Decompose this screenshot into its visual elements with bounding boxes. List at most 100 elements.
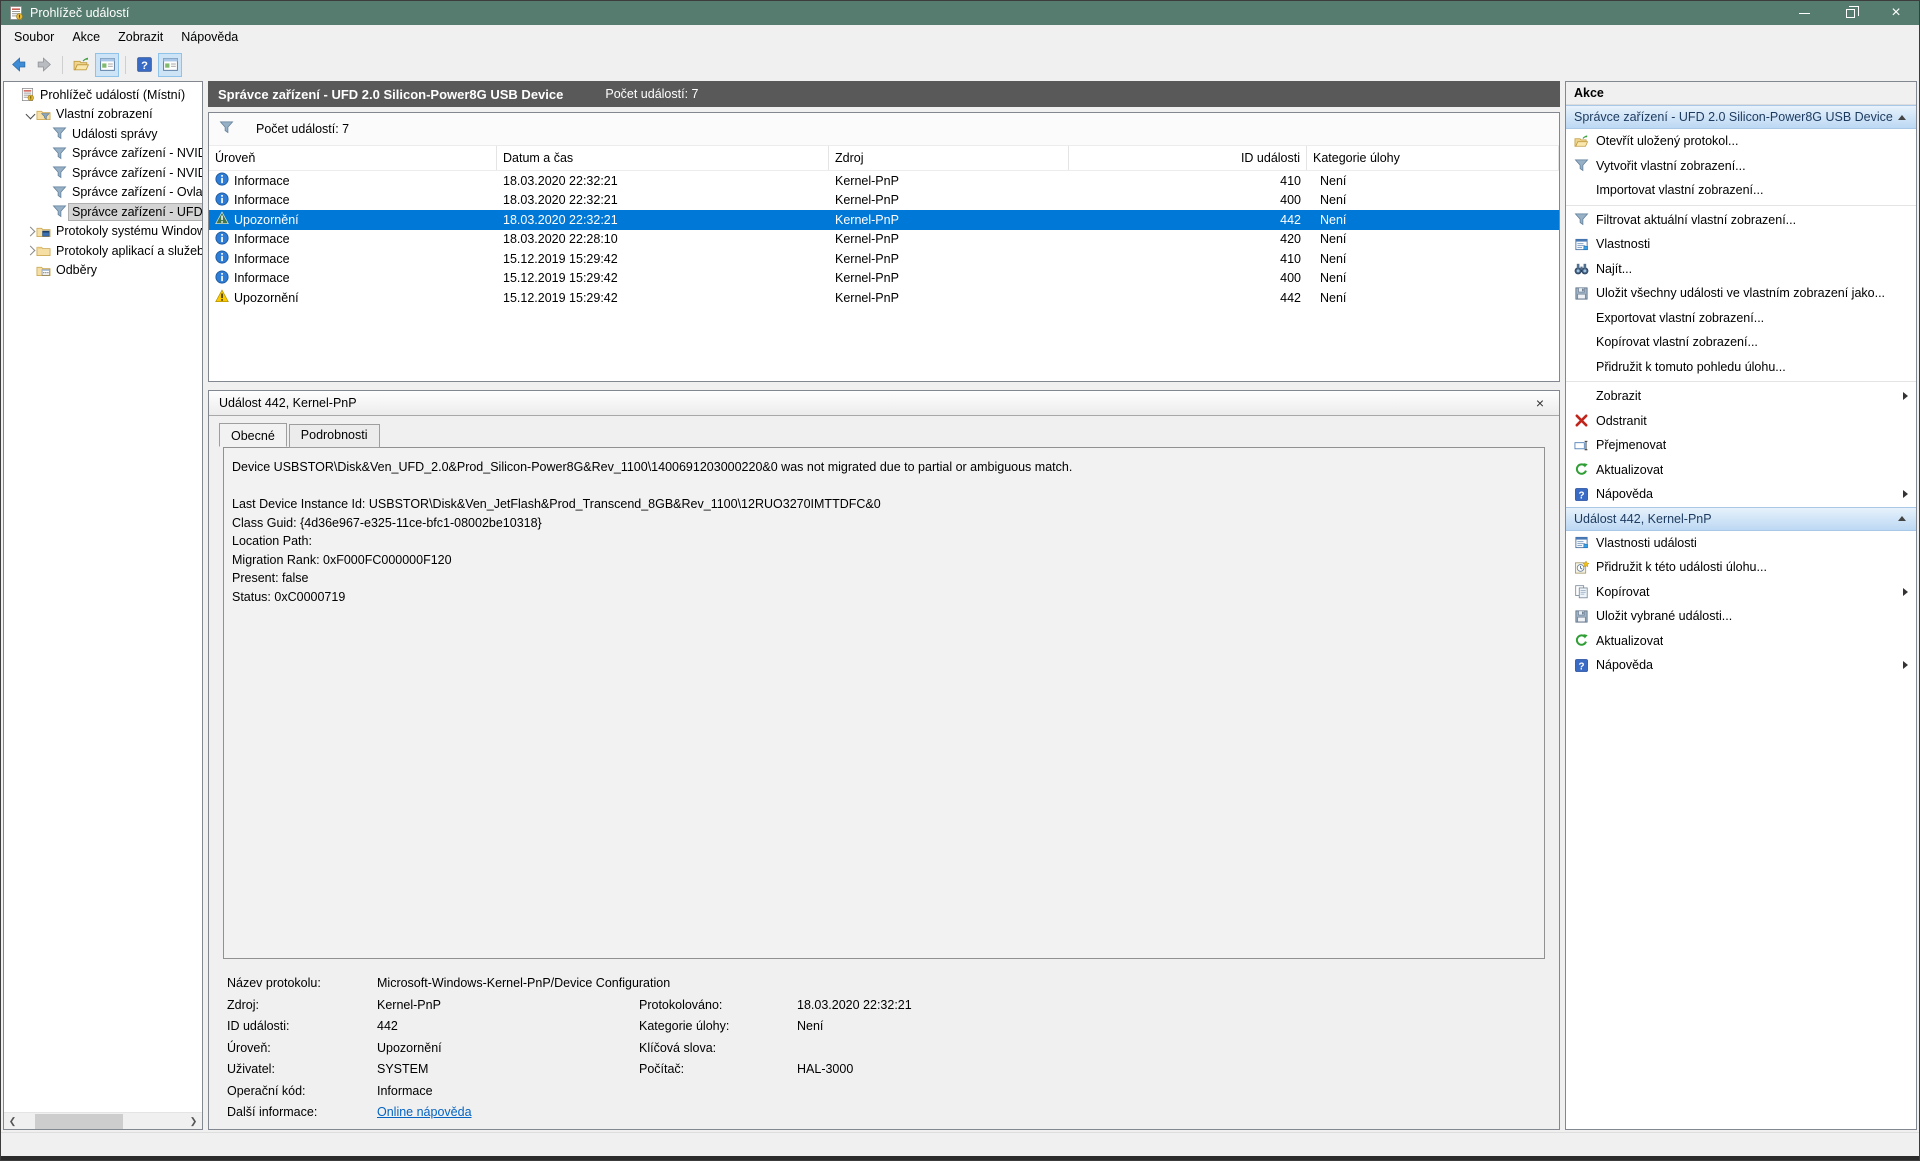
action-item[interactable]: Přidružit k této události úlohu... xyxy=(1566,555,1916,580)
table-row[interactable]: Upozornění18.03.2020 22:32:21Kernel-PnP4… xyxy=(209,210,1559,230)
cell-category: Není xyxy=(1320,213,1346,227)
view-header: Správce zařízení - UFD 2.0 Silicon-Power… xyxy=(208,81,1560,107)
back-button[interactable] xyxy=(6,53,30,77)
cell-datetime: 15.12.2019 15:29:42 xyxy=(503,252,618,266)
tree-item-label: Prohlížeč událostí (Místní) xyxy=(37,87,188,103)
action-item[interactable]: Vlastnosti události xyxy=(1566,531,1916,556)
column-header[interactable]: Zdroj xyxy=(829,146,1069,170)
show-action-pane-button[interactable] xyxy=(158,53,182,77)
action-item-label: Odstranit xyxy=(1596,414,1647,428)
funnel-icon xyxy=(52,126,67,141)
action-item-label: Vytvořit vlastní zobrazení... xyxy=(1596,159,1746,173)
cell-datetime: 18.03.2020 22:32:21 xyxy=(503,174,618,188)
console-window-icon xyxy=(99,56,116,73)
tab-general[interactable]: Obecné xyxy=(219,423,287,447)
forward-button[interactable] xyxy=(32,53,56,77)
restore-icon xyxy=(1846,9,1855,18)
menu-zobrazit[interactable]: Zobrazit xyxy=(109,26,172,48)
action-item[interactable]: Vytvořit vlastní zobrazení... xyxy=(1566,154,1916,179)
tree-item[interactable]: Správce zařízení - Ovlada xyxy=(4,183,202,203)
folder-logs-icon xyxy=(36,224,51,239)
description-line: Class Guid: {4d36e967-e325-11ce-bfc1-080… xyxy=(232,514,1536,533)
tree-item[interactable]: Odběry xyxy=(4,261,202,281)
table-row[interactable]: Upozornění15.12.2019 15:29:42Kernel-PnP4… xyxy=(209,288,1559,308)
action-separator xyxy=(1566,205,1916,206)
action-item[interactable]: Aktualizovat xyxy=(1566,458,1916,483)
tree-list: Prohlížeč událostí (Místní) Vlastní zobra… xyxy=(4,82,202,1112)
table-row[interactable]: Informace18.03.2020 22:32:21Kernel-PnP40… xyxy=(209,191,1559,211)
tree-item[interactable]: Události správy xyxy=(4,124,202,144)
action-item[interactable]: Kopírovat vlastní zobrazení... xyxy=(1566,330,1916,355)
tree-expander-expanded-icon[interactable] xyxy=(24,111,36,118)
table-row[interactable]: Informace18.03.2020 22:32:21Kernel-PnP41… xyxy=(209,171,1559,191)
collapse-section-icon[interactable] xyxy=(1898,516,1906,521)
tree-item[interactable]: Správce zařízení - NVIDIA xyxy=(4,144,202,164)
action-item[interactable]: Filtrovat aktuální vlastní zobrazení... xyxy=(1566,208,1916,233)
tree-item[interactable]: Prohlížeč událostí (Místní) xyxy=(4,85,202,105)
action-item[interactable]: Kopírovat xyxy=(1566,580,1916,605)
tree-expander-collapsed-icon[interactable] xyxy=(24,228,36,235)
tab-details[interactable]: Podrobnosti xyxy=(289,424,380,448)
help-icon: ? xyxy=(1574,487,1589,502)
tree-item[interactable]: Protokoly systému Windows xyxy=(4,222,202,242)
action-item[interactable]: Importovat vlastní zobrazení... xyxy=(1566,178,1916,203)
field-value: 442 xyxy=(377,1019,639,1033)
help-button[interactable]: ? xyxy=(132,53,156,77)
action-section-header[interactable]: Správce zařízení - UFD 2.0 Silicon-Power… xyxy=(1566,105,1916,129)
events-list-box: Počet událostí: 7 ÚroveňDatum a časZdroj… xyxy=(208,112,1560,382)
scroll-thumb[interactable] xyxy=(35,1114,123,1129)
online-help-link[interactable]: Online nápověda xyxy=(377,1105,472,1119)
action-item[interactable]: Otevřít uložený protokol... xyxy=(1566,129,1916,154)
action-item[interactable]: ?Nápověda xyxy=(1566,653,1916,678)
scroll-left-icon[interactable]: ❮ xyxy=(4,1113,21,1130)
action-item[interactable]: Přidružit k tomuto pohledu úlohu... xyxy=(1566,355,1916,380)
toolbar: ? xyxy=(1,50,1919,79)
cell-category: Není xyxy=(1320,271,1346,285)
table-row[interactable]: Informace18.03.2020 22:28:10Kernel-PnP42… xyxy=(209,230,1559,250)
tree-item[interactable]: Vlastní zobrazení xyxy=(4,105,202,125)
column-header[interactable]: ID události xyxy=(1069,146,1307,170)
refresh-icon xyxy=(1574,633,1589,648)
column-header[interactable]: Kategorie úlohy xyxy=(1307,146,1559,170)
table-row[interactable]: Informace15.12.2019 15:29:42Kernel-PnP40… xyxy=(209,269,1559,289)
action-section-header[interactable]: Událost 442, Kernel-PnP xyxy=(1566,507,1916,531)
info-icon xyxy=(215,250,229,264)
collapse-section-icon[interactable] xyxy=(1898,115,1906,120)
action-item[interactable]: ?Nápověda xyxy=(1566,482,1916,507)
action-item[interactable]: Odstranit xyxy=(1566,409,1916,434)
action-item[interactable]: Přejmenovat xyxy=(1566,433,1916,458)
tree-item[interactable]: Správce zařízení - NVIDIA xyxy=(4,163,202,183)
filter-summary-bar: Počet událostí: 7 xyxy=(209,113,1559,146)
show-console-tree-button[interactable] xyxy=(95,53,119,77)
minimize-button[interactable] xyxy=(1781,1,1827,25)
column-header[interactable]: Úroveň xyxy=(209,146,497,170)
action-item[interactable]: Vlastnosti xyxy=(1566,232,1916,257)
restore-button[interactable] xyxy=(1827,1,1873,25)
action-item[interactable]: Najít... xyxy=(1566,257,1916,282)
action-item[interactable]: Aktualizovat xyxy=(1566,629,1916,654)
tree-horizontal-scrollbar[interactable]: ❮ ❯ xyxy=(4,1112,202,1129)
action-item[interactable]: Uložit všechny události ve vlastním zobr… xyxy=(1566,281,1916,306)
field-value: HAL-3000 xyxy=(797,1062,1545,1076)
column-header[interactable]: Datum a čas xyxy=(497,146,829,170)
detail-close-icon[interactable]: × xyxy=(1531,395,1549,411)
table-row[interactable]: Informace15.12.2019 15:29:42Kernel-PnP41… xyxy=(209,249,1559,269)
open-saved-log-button[interactable] xyxy=(69,53,93,77)
menu-akce[interactable]: Akce xyxy=(63,26,109,48)
action-item-label: Zobrazit xyxy=(1596,389,1641,403)
cell-category: Není xyxy=(1320,291,1346,305)
menu-npovda[interactable]: Nápověda xyxy=(172,26,247,48)
action-item[interactable]: Zobrazit xyxy=(1566,384,1916,409)
tree-expander-collapsed-icon[interactable] xyxy=(24,247,36,254)
menu-soubor[interactable]: Soubor xyxy=(5,26,63,48)
cell-event_id: 442 xyxy=(1280,213,1301,227)
floppy-icon xyxy=(1574,609,1589,624)
action-item[interactable]: Uložit vybrané události... xyxy=(1566,604,1916,629)
scroll-right-icon[interactable]: ❯ xyxy=(185,1113,202,1130)
action-item[interactable]: Exportovat vlastní zobrazení... xyxy=(1566,306,1916,331)
field-label: Úroveň: xyxy=(227,1041,377,1055)
tree-item[interactable]: Správce zařízení - UFD 2.0 xyxy=(4,202,202,222)
properties-icon xyxy=(1574,237,1589,252)
tree-item[interactable]: Protokoly aplikací a služeb xyxy=(4,241,202,261)
close-button[interactable]: × xyxy=(1873,1,1919,25)
